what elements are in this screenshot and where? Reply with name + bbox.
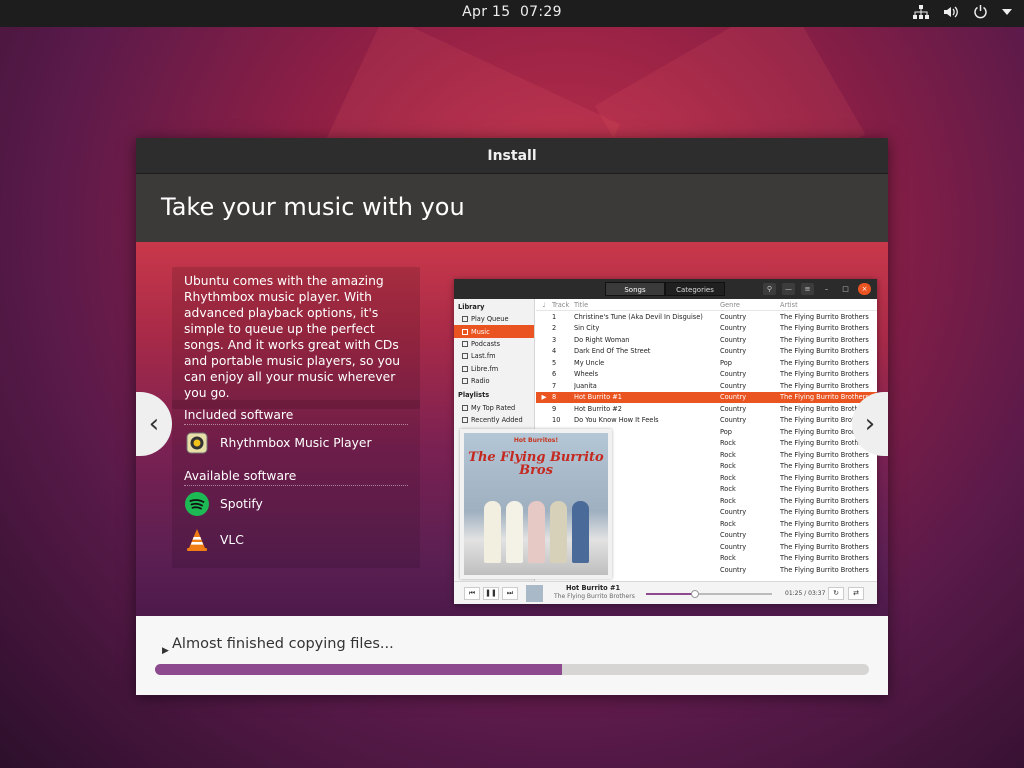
included-software-label: Included software <box>184 400 408 425</box>
progress-bar <box>155 664 869 675</box>
install-status: ▶ Almost finished copying files... <box>136 616 888 695</box>
progress-fill <box>155 664 562 675</box>
app-spotify: Spotify <box>184 486 408 522</box>
album-big-title: The Flying Burrito Bros <box>468 450 604 478</box>
app-name: Rhythmbox Music Player <box>220 436 372 450</box>
rhythmbox-icon <box>184 430 210 456</box>
track-row: 10 Do You Know How It Feels Country The Fly… <box>552 416 869 425</box>
seek-handle <box>691 590 700 598</box>
playlist-item: Recently Added <box>454 414 534 426</box>
system-tray[interactable] <box>913 4 1012 19</box>
playlists-header: Playlists <box>458 391 490 400</box>
spotify-icon <box>184 491 210 517</box>
now-playing-thumb <box>526 585 543 602</box>
library-item: Last.fm <box>454 350 534 362</box>
track-list-header: ♩ Track Title Genre Artist <box>536 299 877 311</box>
maximize-icon: □ <box>842 285 849 293</box>
software-panel: Included software Rhythmbox Music Player… <box>172 400 420 568</box>
album-small-title: Hot Burritos! <box>513 437 559 444</box>
rhythmbox-headerbar: Songs Categories ⚲ — ≡ – □ × <box>454 279 877 299</box>
library-item: Podcasts <box>454 338 534 350</box>
tab-categories: Categories <box>665 282 725 296</box>
seek-track <box>646 590 772 598</box>
track-row: ▶ 8 Hot Burrito #1 Country The Flying Burrit… <box>536 391 877 403</box>
library-item: Music <box>454 325 534 338</box>
pause-icon: ❚❚ <box>483 587 499 600</box>
window-title: Install <box>136 138 888 174</box>
track-row: 5 My Uncle Pop The Flying Burrito Brothers <box>552 358 869 367</box>
shuffle-icon: ⇄ <box>848 587 864 600</box>
now-playing-title: Hot Burrito #1 <box>566 584 621 592</box>
chevron-down-icon[interactable] <box>1002 8 1012 16</box>
library-header: Library <box>458 303 485 311</box>
speaker-icon: ♩ <box>542 300 546 309</box>
track-row: 1 Christine's Tune (Aka Devil In Disguise… <box>552 312 869 321</box>
clock[interactable]: Apr 15 07:29 <box>0 4 1024 20</box>
app-rhythmbox: Rhythmbox Music Player <box>184 425 408 461</box>
vlc-icon <box>184 527 210 553</box>
library-item: Play Queue <box>454 313 534 325</box>
library-item: Libre.fm <box>454 363 534 375</box>
previous-slide-button[interactable]: ‹ <box>136 392 172 456</box>
track-row: 9 Hot Burrito #2 Country The Flying Burrito… <box>552 404 859 413</box>
power-icon[interactable] <box>973 4 988 19</box>
tab-songs: Songs <box>605 282 665 296</box>
time-display: 01:25 / 03:37 <box>785 590 826 597</box>
app-name: VLC <box>220 533 244 547</box>
slide-description: Ubuntu comes with the amazing Rhythmbox … <box>172 267 420 409</box>
track-row: 6 Wheels Country The Flying Burrito Brother… <box>552 370 869 379</box>
available-software-label: Available software <box>184 461 408 486</box>
slideshow: Ubuntu comes with the amazing Rhythmbox … <box>136 242 888 616</box>
network-icon[interactable] <box>913 4 929 19</box>
volume-icon[interactable] <box>943 5 959 19</box>
library-item: Radio <box>454 375 534 387</box>
repeat-icon: ↻ <box>828 587 844 600</box>
minus-icon: — <box>782 283 795 295</box>
app-vlc: VLC <box>184 522 408 558</box>
album-art-popup: Hot Burritos! The Flying Burrito Bros <box>460 429 612 579</box>
installer-window: Install Take your music with you Ubuntu … <box>136 138 888 695</box>
playlist-item: My Top Rated <box>454 401 534 413</box>
track-row: 7 Juanita Country The Flying Burrito Brothe… <box>552 381 869 390</box>
app-name: Spotify <box>220 497 263 511</box>
minimize-icon: – <box>824 285 829 293</box>
track-row: 2 Sin City Country The Flying Burrito Broth… <box>552 324 869 333</box>
seek-fill <box>646 593 696 595</box>
track-row: 3 Do Right Woman Country The Flying Burrito… <box>552 335 869 344</box>
next-icon: ⏭ <box>502 587 518 600</box>
top-bar: Apr 15 07:29 <box>0 0 1024 27</box>
rhythmbox-screenshot: Songs Categories ⚲ — ≡ – □ × Library Pla… <box>454 279 877 604</box>
previous-icon: ⏮ <box>464 587 480 600</box>
status-text: Almost finished copying files... <box>172 636 394 652</box>
search-icon: ⚲ <box>763 283 776 295</box>
now-playing-artist: The Flying Burrito Brothers <box>554 593 635 600</box>
slide-heading: Take your music with you <box>136 174 888 242</box>
playback-bar: ⏮ ❚❚ ⏭ Hot Burrito #1 The Flying Burrito… <box>454 581 877 604</box>
close-icon: × <box>858 283 871 295</box>
expander-arrow-icon[interactable]: ▶ <box>162 646 169 656</box>
track-row: 4 Dark End Of The Street Country The Flying… <box>552 347 869 356</box>
menu-icon: ≡ <box>801 283 814 295</box>
